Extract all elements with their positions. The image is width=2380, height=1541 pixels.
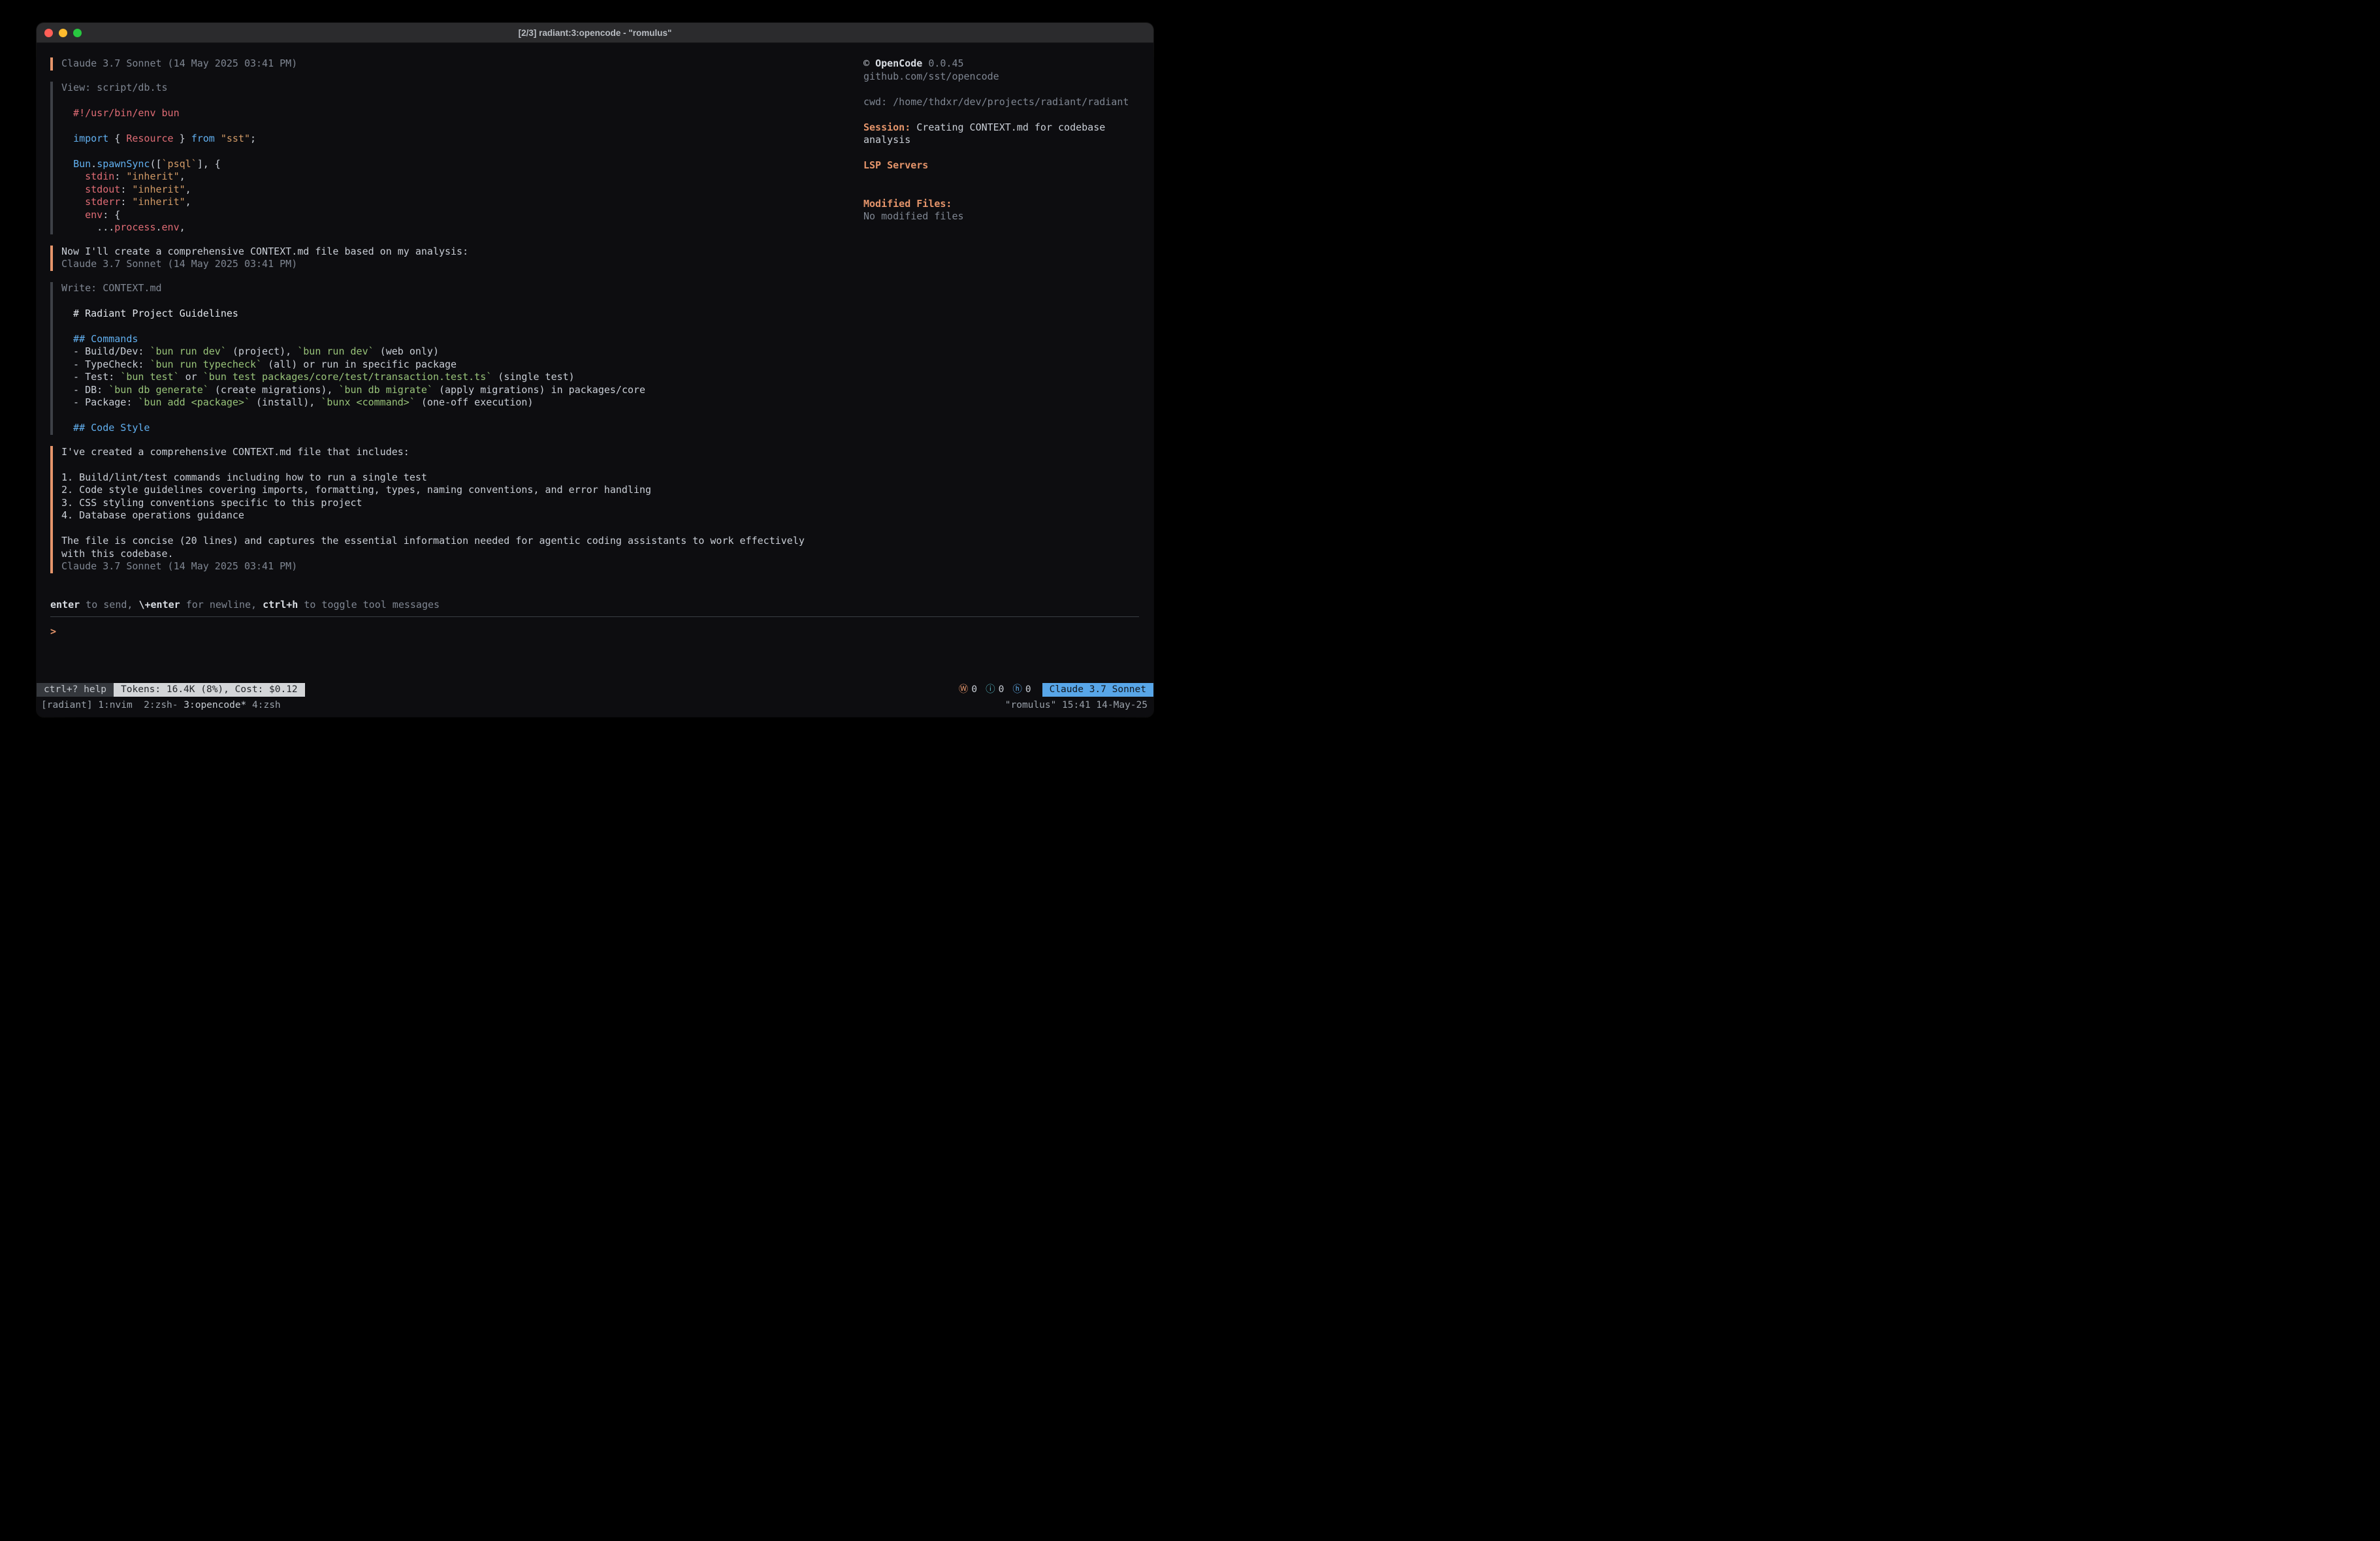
message-text: Now I'll create a comprehensive CONTEXT.…	[61, 246, 856, 259]
text-line: No modified files	[863, 210, 1139, 223]
minimize-button[interactable]	[59, 29, 67, 37]
text-line: - Test: `bun test` or `bun test packages…	[61, 371, 856, 384]
prompt-input[interactable]: >	[50, 626, 1139, 639]
message-header-block: Claude 3.7 Sonnet (14 May 2025 03:41 PM)	[50, 57, 856, 71]
tool-write-block: Write: CONTEXT.md # Radiant Project Guid…	[50, 282, 856, 435]
model-timestamp: Claude 3.7 Sonnet (14 May 2025 03:41 PM)	[61, 258, 856, 271]
warning-icon: Ⓦ	[959, 683, 969, 697]
status-bar: ctrl+? help Tokens: 16.4K (8%), Cost: $0…	[37, 683, 1153, 697]
info-icon: ⓘ	[986, 683, 995, 697]
text-line: © OpenCode 0.0.45	[863, 57, 1139, 71]
text-line: stderr: "inherit",	[61, 196, 856, 209]
terminal-body: Claude 3.7 Sonnet (14 May 2025 03:41 PM)…	[37, 43, 1153, 683]
hint-icon: ⓗ	[1012, 683, 1022, 697]
info-count: 0	[999, 683, 1005, 697]
text-line: LSP Servers	[863, 159, 1139, 172]
text-line: Modified Files:	[863, 198, 1139, 211]
window-titlebar[interactable]: [2/3] radiant:3:opencode - "romulus"	[37, 23, 1153, 43]
text-line: Claude 3.7 Sonnet (14 May 2025 03:41 PM)	[61, 560, 856, 573]
tmux-status-bar: [radiant] 1:nvim 2:zsh- 3:opencode* 4:zs…	[37, 698, 1153, 718]
text-line: Bun.spawnSync([`psql`], {	[61, 158, 856, 171]
text-line: ...process.env,	[61, 221, 856, 234]
text-line: - Build/Dev: `bun run dev` (project), `b…	[61, 345, 856, 358]
text-line: cwd: /home/thdxr/dev/projects/radiant/ra…	[863, 96, 1139, 109]
text-line	[61, 522, 856, 535]
text-line: ## Commands	[61, 333, 856, 346]
text-line: Session: Creating CONTEXT.md for codebas…	[863, 121, 1139, 147]
sidebar: © OpenCode 0.0.45github.com/sst/opencode…	[856, 57, 1139, 584]
text-line	[61, 409, 856, 422]
text-line: 2. Code style guidelines covering import…	[61, 484, 856, 497]
text-line	[61, 145, 856, 158]
text-line	[61, 294, 856, 308]
warning-count: 0	[971, 683, 977, 697]
tool-view-block: View: script/db.ts #!/usr/bin/env bun im…	[50, 82, 856, 234]
text-line	[863, 108, 1139, 121]
warning-diagnostic: Ⓦ 0	[959, 683, 977, 697]
main-row: Claude 3.7 Sonnet (14 May 2025 03:41 PM)…	[50, 57, 1139, 584]
text-line	[863, 147, 1139, 160]
text-line: The file is concise (20 lines) and captu…	[61, 535, 856, 548]
text-line: env: {	[61, 209, 856, 222]
terminal-content: Claude 3.7 Sonnet (14 May 2025 03:41 PM)…	[37, 43, 1153, 717]
text-line	[863, 185, 1139, 198]
text-line: ## Code Style	[61, 422, 856, 435]
text-line: import { Resource } from "sst";	[61, 133, 856, 146]
text-line: View: script/db.ts	[61, 82, 856, 95]
tmux-window-list[interactable]: [radiant] 1:nvim 2:zsh- 3:opencode* 4:zs…	[41, 699, 281, 712]
text-line	[61, 94, 856, 107]
model-timestamp: Claude 3.7 Sonnet (14 May 2025 03:41 PM)	[61, 57, 856, 71]
text-line: #!/usr/bin/env bun	[61, 107, 856, 120]
text-line: - DB: `bun db generate` (create migratio…	[61, 384, 856, 397]
assistant-summary-block: I've created a comprehensive CONTEXT.md …	[50, 446, 856, 573]
input-section: enter to send, \+enter for newline, ctrl…	[50, 599, 1139, 639]
assistant-message-block: Now I'll create a comprehensive CONTEXT.…	[50, 246, 856, 271]
text-line: stdin: "inherit",	[61, 170, 856, 183]
help-hint-badge: ctrl+? help	[37, 683, 114, 697]
prompt-symbol: >	[50, 626, 56, 637]
text-line	[863, 83, 1139, 96]
text-line: github.com/sst/opencode	[863, 71, 1139, 84]
chat-column: Claude 3.7 Sonnet (14 May 2025 03:41 PM)…	[50, 57, 856, 584]
keybind-help: enter to send, \+enter for newline, ctrl…	[50, 599, 1139, 612]
terminal-window: [2/3] radiant:3:opencode - "romulus" Cla…	[37, 23, 1153, 717]
text-line	[61, 458, 856, 471]
text-line: 1. Build/lint/test commands including ho…	[61, 471, 856, 485]
info-diagnostic: ⓘ 0	[986, 683, 1004, 697]
model-badge: Claude 3.7 Sonnet	[1042, 683, 1153, 697]
text-line: - TypeCheck: `bun run typecheck` (all) o…	[61, 358, 856, 372]
text-line: with this codebase.	[61, 548, 856, 561]
traffic-lights	[37, 29, 82, 37]
text-line: 3. CSS styling conventions specific to t…	[61, 497, 856, 510]
zoom-button[interactable]	[73, 29, 82, 37]
input-divider	[50, 616, 1139, 617]
text-line: 4. Database operations guidance	[61, 509, 856, 522]
tmux-session-clock: "romulus" 15:41 14-May-25	[1005, 699, 1148, 712]
text-line: Write: CONTEXT.md	[61, 282, 856, 295]
text-line	[61, 320, 856, 333]
text-line	[863, 172, 1139, 185]
hint-count: 0	[1025, 683, 1031, 697]
tokens-cost-badge: Tokens: 16.4K (8%), Cost: $0.12	[114, 683, 305, 697]
text-line: I've created a comprehensive CONTEXT.md …	[61, 446, 856, 459]
text-line: - Package: `bun add <package>` (install)…	[61, 396, 856, 409]
text-line: stdout: "inherit",	[61, 183, 856, 197]
text-line	[61, 119, 856, 133]
close-button[interactable]	[44, 29, 53, 37]
window-title: [2/3] radiant:3:opencode - "romulus"	[37, 28, 1153, 38]
text-line: # Radiant Project Guidelines	[61, 308, 856, 321]
status-bar-left: ctrl+? help Tokens: 16.4K (8%), Cost: $0…	[37, 683, 305, 697]
hint-diagnostic: ⓗ 0	[1012, 683, 1031, 697]
status-bar-right: Ⓦ 0 ⓘ 0 ⓗ 0 Claude 3.7 Sonnet	[959, 683, 1153, 697]
